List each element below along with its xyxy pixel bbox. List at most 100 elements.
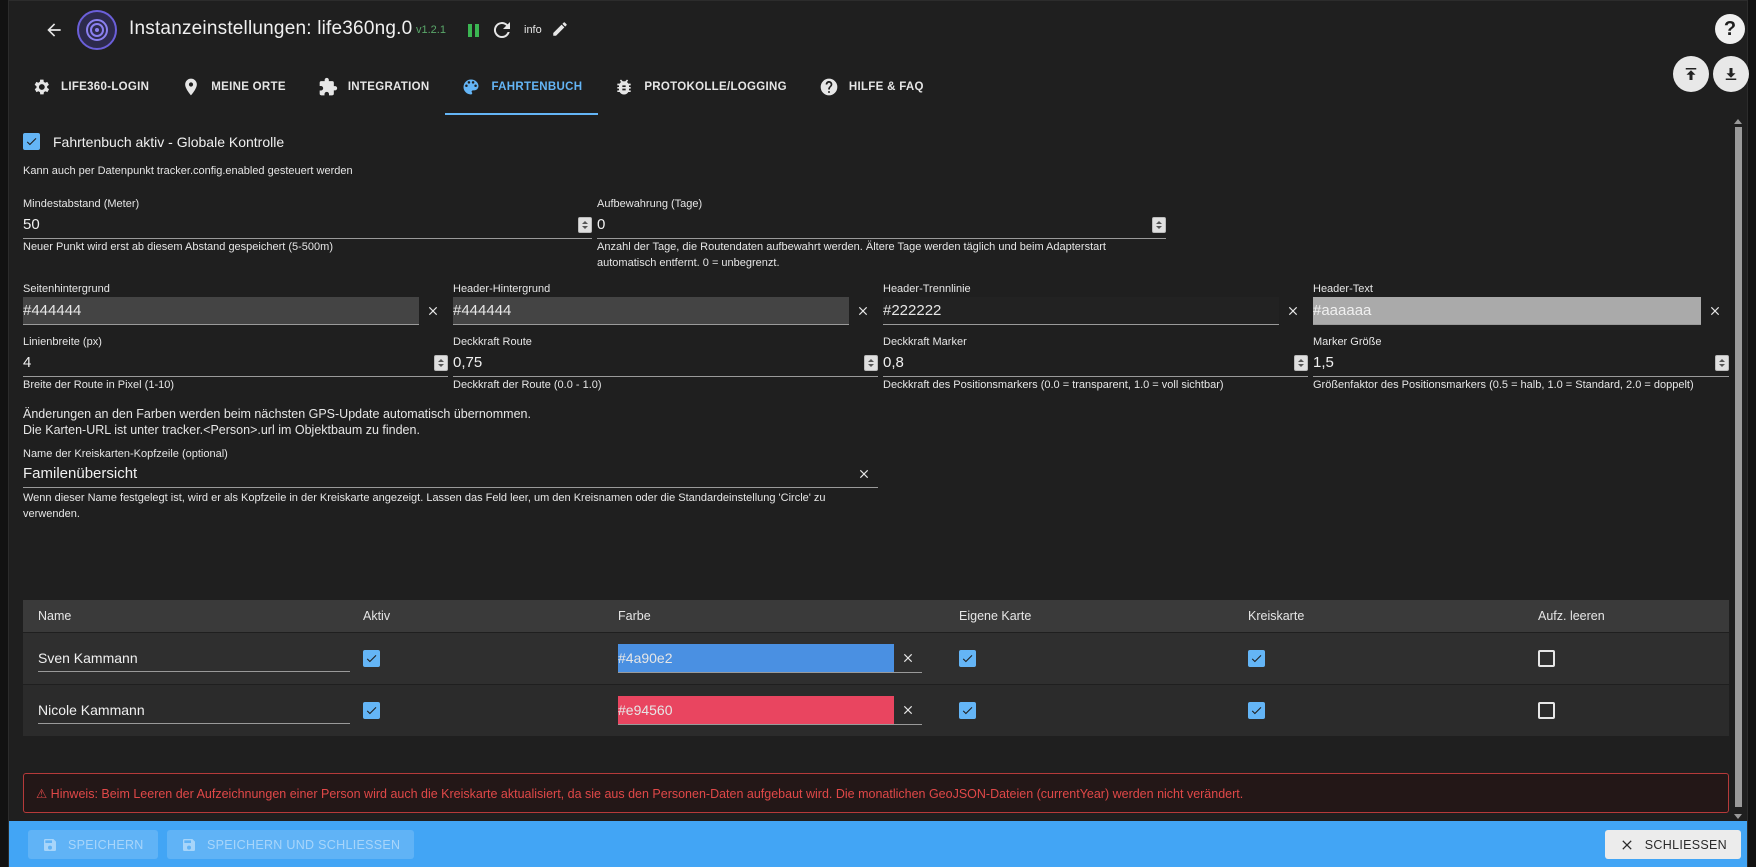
pause-icon[interactable] — [464, 21, 482, 39]
tab-label: LIFE360-LOGIN — [61, 81, 150, 93]
save-and-close-button[interactable]: SPEICHERN UND SCHLIESSEN — [167, 830, 415, 859]
back-button[interactable] — [39, 15, 69, 45]
aktiv-cell — [363, 633, 618, 684]
kreiskarte-cell — [1248, 685, 1538, 736]
tab-integration[interactable]: INTEGRATION — [302, 59, 446, 115]
page-bg-clear-button[interactable] — [419, 297, 447, 325]
header-bg-clear-button[interactable] — [849, 297, 877, 325]
close-button[interactable]: SCHLIESSEN — [1604, 830, 1741, 859]
save-icon — [183, 838, 195, 851]
close-icon — [903, 653, 913, 663]
route-opacity-value: 0,75 — [453, 354, 483, 371]
upload-config-button[interactable] — [1673, 56, 1709, 92]
adapter-logo — [77, 10, 117, 50]
save-button[interactable]: SPEICHERN — [28, 830, 158, 859]
column-header-farbe: Farbe — [618, 609, 651, 623]
active-checkbox[interactable] — [363, 702, 380, 719]
person-color-field[interactable]: #4a90e2 — [618, 644, 922, 673]
person-color-field[interactable]: #e94560 — [618, 696, 922, 725]
arrow-left-icon — [47, 23, 61, 37]
info-label: info — [524, 24, 542, 36]
tab-hilfe-faq[interactable]: HILFE & FAQ — [803, 59, 940, 115]
check-icon — [962, 655, 973, 663]
name-cell: Nicole Kammann — [23, 685, 363, 736]
close-button-label: SCHLIESSEN — [1644, 837, 1727, 852]
help-circle-icon — [820, 78, 838, 96]
retention-help-2: automatisch entfernt. 0 = unbegrenzt. — [597, 257, 780, 269]
aktiv-cell — [363, 685, 618, 736]
route-opacity-help: Deckkraft der Route (0.0 - 1.0) — [453, 379, 602, 391]
tab-life360-login[interactable]: LIFE360-LOGIN — [15, 59, 165, 115]
line-width-label: Linienbreite (px) — [23, 336, 102, 348]
person-color-value[interactable]: #4a90e2 — [618, 644, 894, 672]
circle-header-clear-button[interactable] — [850, 460, 878, 488]
active-checkbox[interactable] — [363, 650, 380, 667]
tab-fahrtenbuch[interactable]: FAHRTENBUCH — [445, 59, 599, 115]
save-and-close-label: SPEICHERN UND SCHLIESSEN — [207, 837, 401, 852]
header-line-value[interactable]: #222222 — [883, 297, 1279, 325]
marker-size-value: 1,5 — [1313, 354, 1334, 371]
farbe-cell: #4a90e2 — [618, 633, 959, 684]
page-bg-color-field[interactable]: #444444 — [23, 297, 447, 325]
retention-stepper[interactable] — [1152, 216, 1166, 233]
route-opacity-label: Deckkraft Route — [453, 336, 532, 348]
gear-icon — [34, 79, 50, 95]
line-width-input[interactable]: 4 — [23, 349, 448, 377]
route-opacity-stepper[interactable] — [864, 354, 878, 371]
tab-bar: LIFE360-LOGIN MEINE ORTE INTEGRATION FAH… — [9, 59, 1747, 115]
circle-map-checkbox[interactable] — [1248, 650, 1265, 667]
circle-header-input[interactable]: Familenübersicht — [23, 460, 878, 488]
marker-size-stepper[interactable] — [1715, 354, 1729, 371]
check-icon — [962, 707, 973, 715]
footer-bar: SPEICHERN SPEICHERN UND SCHLIESSEN SCHLI… — [9, 821, 1747, 867]
download-icon — [1725, 68, 1737, 80]
circle-header-help-2: verwenden. — [23, 508, 80, 520]
route-opacity-input[interactable]: 0,75 — [453, 349, 878, 377]
person-name-input[interactable]: Sven Kammann — [38, 646, 350, 672]
header-line-clear-button[interactable] — [1279, 297, 1307, 325]
page-bg-value[interactable]: #444444 — [23, 297, 419, 325]
download-config-button[interactable] — [1713, 56, 1749, 92]
circle-map-checkbox[interactable] — [1248, 702, 1265, 719]
tab-protokolle-logging[interactable]: PROTOKOLLE/LOGGING — [598, 59, 803, 115]
own-map-checkbox[interactable] — [959, 650, 976, 667]
line-width-stepper[interactable] — [434, 354, 448, 371]
header-line-color-field[interactable]: #222222 — [883, 297, 1307, 325]
person-color-clear-button[interactable] — [894, 696, 922, 724]
check-icon — [1251, 655, 1262, 663]
retention-label: Aufbewahrung (Tage) — [597, 198, 703, 210]
min-distance-stepper[interactable] — [578, 216, 592, 233]
header-text-clear-button[interactable] — [1701, 297, 1729, 325]
clear-records-checkbox[interactable] — [1538, 650, 1555, 667]
global-control-checkbox[interactable] — [23, 133, 40, 150]
header-text-value[interactable]: #aaaaaa — [1313, 297, 1701, 325]
scroll-down-arrow[interactable] — [1734, 814, 1742, 819]
marker-opacity-input[interactable]: 0,8 — [883, 349, 1308, 377]
scroll-thumb[interactable] — [1735, 127, 1742, 807]
person-name-input[interactable]: Nicole Kammann — [38, 698, 350, 724]
marker-opacity-stepper[interactable] — [1294, 354, 1308, 371]
header-text-label: Header-Text — [1313, 283, 1373, 295]
tab-meine-orte[interactable]: MEINE ORTE — [165, 59, 302, 115]
marker-size-input[interactable]: 1,5 — [1313, 349, 1729, 377]
help-button[interactable]: ? — [1715, 14, 1745, 44]
header-text-color-field[interactable]: #aaaaaa — [1313, 297, 1729, 325]
table-row: Nicole Kammann #e94560 — [23, 684, 1729, 736]
retention-input[interactable]: 0 — [597, 211, 1166, 239]
column-header-eigene-karte: Eigene Karte — [959, 609, 1032, 623]
header-bg-value[interactable]: #444444 — [453, 297, 849, 325]
column-header-aufz-leeren: Aufz. leeren — [1538, 609, 1605, 623]
header-line-label: Header-Trennlinie — [883, 283, 971, 295]
content-scrollbar[interactable] — [1733, 119, 1743, 819]
aufz-leeren-cell — [1538, 633, 1718, 684]
person-color-value[interactable]: #e94560 — [618, 696, 894, 724]
clear-records-checkbox[interactable] — [1538, 702, 1555, 719]
pencil-icon[interactable] — [551, 20, 569, 38]
person-color-clear-button[interactable] — [894, 644, 922, 672]
min-distance-help: Neuer Punkt wird erst ab diesem Abstand … — [23, 241, 333, 253]
header-bg-color-field[interactable]: #444444 — [453, 297, 877, 325]
own-map-checkbox[interactable] — [959, 702, 976, 719]
reload-icon[interactable] — [490, 18, 514, 42]
min-distance-input[interactable]: 50 — [23, 211, 592, 239]
scroll-up-arrow[interactable] — [1734, 119, 1742, 124]
